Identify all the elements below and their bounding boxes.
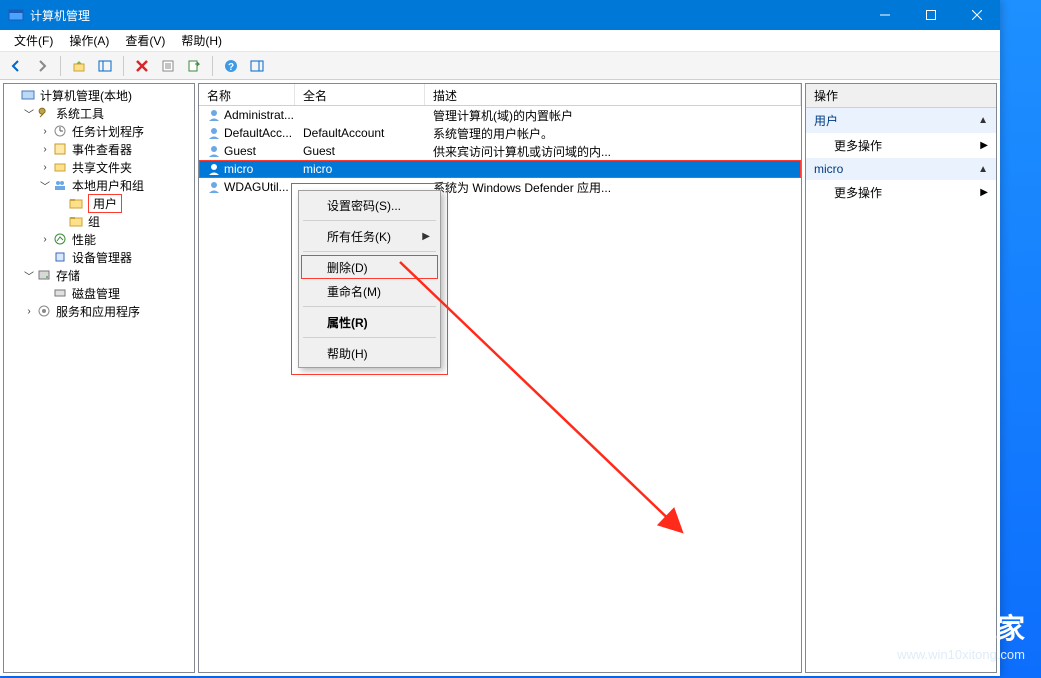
- ctx-sep: [303, 306, 436, 307]
- list-pane: 名称 全名 描述 Administrat... 管理计算机(域)的内置帐户 De…: [198, 83, 802, 673]
- maximize-button[interactable]: [908, 0, 954, 30]
- computer-icon: [20, 87, 36, 103]
- titlebar: 计算机管理: [0, 0, 1000, 30]
- actions-more[interactable]: 更多操作▶: [806, 180, 996, 205]
- tree-performance[interactable]: ›性能: [4, 230, 194, 248]
- folder-icon: [68, 213, 84, 229]
- chevron-up-icon: ▲: [978, 115, 988, 126]
- device-icon: [52, 249, 68, 265]
- ctx-sep: [303, 337, 436, 338]
- actions-group-micro[interactable]: micro▲: [806, 158, 996, 180]
- actions-header: 操作: [806, 84, 996, 108]
- tree-event-viewer[interactable]: ›事件查看器: [4, 140, 194, 158]
- services-icon: [36, 303, 52, 319]
- context-menu: 设置密码(S)... 所有任务(K)▶ 删除(D) 重命名(M) 属性(R) 帮…: [298, 190, 441, 368]
- event-icon: [52, 141, 68, 157]
- performance-icon: [52, 231, 68, 247]
- actions-group-users[interactable]: 用户▲: [806, 108, 996, 133]
- list-header: 名称 全名 描述: [199, 84, 801, 106]
- list-row-selected[interactable]: micro micro: [199, 160, 801, 178]
- nav-forward-button[interactable]: [30, 54, 54, 78]
- shared-folder-icon: [52, 159, 68, 175]
- tree-services-apps[interactable]: ›服务和应用程序: [4, 302, 194, 320]
- list-row[interactable]: DefaultAcc... DefaultAccount 系统管理的用户帐户。: [199, 124, 801, 142]
- menu-help[interactable]: 帮助(H): [173, 30, 230, 51]
- chevron-up-icon: ▲: [978, 164, 988, 175]
- clock-icon: [52, 123, 68, 139]
- main-window: 计算机管理 文件(F) 操作(A) 查看(V) 帮助(H) ? 计算机管理(本地…: [0, 0, 1000, 676]
- show-actions-button[interactable]: [245, 54, 269, 78]
- show-hide-tree-button[interactable]: [93, 54, 117, 78]
- ctx-properties[interactable]: 属性(R): [301, 310, 438, 334]
- ctx-rename[interactable]: 重命名(M): [301, 279, 438, 303]
- chevron-right-icon: ▶: [980, 140, 988, 151]
- chevron-right-icon: ▶: [980, 187, 988, 198]
- watermark: Win10之家 www.win10xitong.com: [849, 607, 1025, 662]
- menu-view[interactable]: 查看(V): [117, 30, 173, 51]
- tree-storage[interactable]: ﹀存储: [4, 266, 194, 284]
- user-icon: [207, 144, 221, 158]
- help-button[interactable]: ?: [219, 54, 243, 78]
- list-row[interactable]: Guest Guest 供来宾访问计算机或访问域的内...: [199, 142, 801, 160]
- up-button[interactable]: [67, 54, 91, 78]
- tree-pane: 计算机管理(本地) ﹀系统工具 ›任务计划程序 ›事件查看器 ›共享文件夹 ﹀本…: [3, 83, 195, 673]
- delete-button[interactable]: [130, 54, 154, 78]
- actions-more[interactable]: 更多操作▶: [806, 133, 996, 158]
- export-button[interactable]: [182, 54, 206, 78]
- tree-groups[interactable]: 组: [4, 212, 194, 230]
- col-desc[interactable]: 描述: [425, 84, 801, 105]
- toolbar-sep: [123, 56, 124, 76]
- minimize-button[interactable]: [862, 0, 908, 30]
- wrench-icon: [36, 105, 52, 121]
- user-icon: [207, 180, 221, 194]
- ctx-sep: [303, 220, 436, 221]
- close-button[interactable]: [954, 0, 1000, 30]
- ctx-sep: [303, 251, 436, 252]
- tree-local-users-groups[interactable]: ﹀本地用户和组: [4, 176, 194, 194]
- folder-icon: [68, 195, 84, 211]
- tree-shared-folders[interactable]: ›共享文件夹: [4, 158, 194, 176]
- nav-back-button[interactable]: [4, 54, 28, 78]
- tree-disk-mgmt[interactable]: 磁盘管理: [4, 284, 194, 302]
- ctx-help[interactable]: 帮助(H): [301, 341, 438, 365]
- tree-root[interactable]: 计算机管理(本地): [4, 86, 194, 104]
- tree-task-scheduler[interactable]: ›任务计划程序: [4, 122, 194, 140]
- properties-button[interactable]: [156, 54, 180, 78]
- ctx-delete[interactable]: 删除(D): [301, 255, 438, 279]
- menubar: 文件(F) 操作(A) 查看(V) 帮助(H): [0, 30, 1000, 52]
- tree-device-manager[interactable]: 设备管理器: [4, 248, 194, 266]
- disk-icon: [52, 285, 68, 301]
- window-title: 计算机管理: [30, 7, 862, 24]
- tree-system-tools[interactable]: ﹀系统工具: [4, 104, 194, 122]
- users-icon: [52, 177, 68, 193]
- actions-pane: 操作 用户▲ 更多操作▶ micro▲ 更多操作▶: [805, 83, 997, 673]
- list-row[interactable]: Administrat... 管理计算机(域)的内置帐户: [199, 106, 801, 124]
- toolbar-sep: [60, 56, 61, 76]
- menu-action[interactable]: 操作(A): [61, 30, 117, 51]
- col-name[interactable]: 名称: [199, 84, 295, 105]
- list-body: Administrat... 管理计算机(域)的内置帐户 DefaultAcc.…: [199, 106, 801, 196]
- list-row[interactable]: WDAGUtil... 系统为 Windows Defender 应用...: [199, 178, 801, 196]
- user-icon: [207, 108, 221, 122]
- workarea: 计算机管理(本地) ﹀系统工具 ›任务计划程序 ›事件查看器 ›共享文件夹 ﹀本…: [0, 80, 1000, 676]
- ctx-set-password[interactable]: 设置密码(S)...: [301, 193, 438, 217]
- chevron-right-icon: ▶: [422, 231, 430, 242]
- user-icon: [207, 126, 221, 140]
- user-icon: [207, 162, 221, 176]
- col-fullname[interactable]: 全名: [295, 84, 425, 105]
- app-icon: [8, 7, 24, 23]
- toolbar: ?: [0, 52, 1000, 80]
- windows-logo-icon: [847, 612, 881, 642]
- menu-file[interactable]: 文件(F): [6, 30, 61, 51]
- toolbar-sep: [212, 56, 213, 76]
- svg-text:?: ?: [228, 62, 234, 73]
- ctx-all-tasks[interactable]: 所有任务(K)▶: [301, 224, 438, 248]
- storage-icon: [36, 267, 52, 283]
- tree-users[interactable]: 用户: [4, 194, 194, 212]
